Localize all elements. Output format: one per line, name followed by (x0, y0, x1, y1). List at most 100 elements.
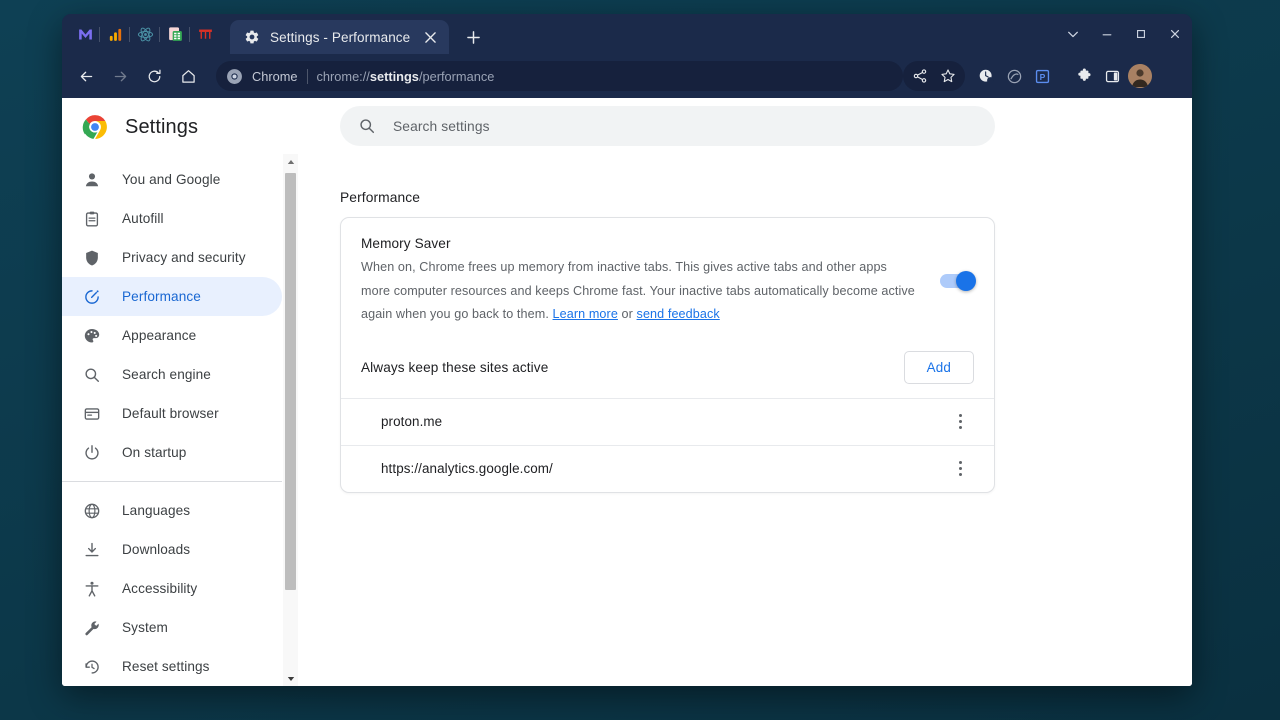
sites-header: Always keep these sites active Add (341, 331, 994, 398)
person-icon (82, 170, 102, 190)
back-arrow-icon (80, 71, 92, 81)
minimize-icon (1102, 34, 1112, 36)
mail-icon (78, 29, 92, 39)
sidebar-item-label: You and Google (122, 172, 221, 187)
sidebar-item-label: System (122, 620, 168, 635)
send-feedback-link[interactable]: send feedback (637, 307, 720, 321)
forward-arrow-icon (114, 71, 126, 81)
settings-header: Settings (62, 98, 298, 156)
sidebar-item-on-startup[interactable]: On startup (62, 433, 282, 472)
sidebar-nav-group-1: You and Google Autofill Privacy and secu… (62, 156, 298, 472)
table-row[interactable]: proton.me (341, 397, 994, 445)
speedometer-icon (82, 287, 102, 307)
sidebar-item-downloads[interactable]: Downloads (62, 530, 282, 569)
pinned-tab-calendar[interactable] (189, 19, 220, 49)
active-tab[interactable]: Settings - Performance (230, 20, 450, 54)
wrench-icon (82, 618, 102, 638)
memory-saver-card: Memory Saver When on, Chrome frees up me… (340, 217, 995, 493)
sidebar-item-appearance[interactable]: Appearance (62, 316, 282, 355)
chrome-icon (227, 68, 242, 84)
site-row-menu-button[interactable] (946, 455, 974, 483)
avatar-photo-icon (1128, 64, 1152, 88)
sidebar-item-languages[interactable]: Languages (62, 491, 282, 530)
clock-extension-icon (979, 69, 994, 84)
memory-saver-text: Memory Saver When on, Chrome frees up me… (361, 236, 940, 327)
pinned-tab-sheets[interactable] (159, 19, 190, 49)
pinned-tab-mail[interactable] (70, 19, 100, 49)
sidebar-item-label: Privacy and security (122, 250, 246, 265)
sidebar-item-default-browser[interactable]: Default browser (62, 394, 282, 433)
performance-section-title: Performance (340, 190, 421, 205)
spreadsheet-icon (168, 26, 182, 41)
globe-icon (82, 501, 102, 521)
extension-pocket[interactable]: P (1028, 62, 1056, 90)
scrollbar-thumb[interactable] (285, 173, 296, 590)
gear-icon (245, 30, 259, 44)
sidebar-item-label: Performance (122, 289, 201, 304)
chrome-menu-button[interactable] (1154, 62, 1182, 90)
close-window-button[interactable] (1158, 17, 1192, 51)
sidebar-item-performance[interactable]: Performance (62, 277, 282, 316)
sidebar-item-autofill[interactable]: Autofill (62, 199, 282, 238)
sites-header-label: Always keep these sites active (361, 359, 549, 375)
kebab-dots (958, 460, 962, 478)
site-url: https://analytics.google.com/ (381, 461, 553, 477)
sidebar-item-accessibility[interactable]: Accessibility (62, 569, 282, 608)
accessibility-icon (82, 579, 102, 599)
extensions-puzzle-button[interactable] (1070, 62, 1098, 90)
omnibox-chip-label: Chrome (252, 68, 298, 84)
bookmark-button[interactable] (934, 62, 962, 90)
forward-button[interactable] (104, 60, 136, 92)
tab-close-button[interactable] (420, 27, 440, 47)
scrollbar-down-arrow[interactable] (283, 671, 298, 686)
reload-button[interactable] (138, 60, 170, 92)
active-tab-title: Settings - Performance (270, 29, 411, 45)
browser-window-icon (82, 404, 102, 424)
search-settings-box[interactable]: Search settings (340, 106, 995, 146)
sidebar-scrollbar[interactable] (283, 154, 298, 686)
kebab-dots (958, 413, 962, 431)
avatar (1128, 64, 1152, 88)
sidebar-nav-group-2: Languages Downloads Accessibility System… (62, 491, 298, 686)
learn-more-link[interactable]: Learn more (553, 307, 618, 321)
site-url: proton.me (381, 414, 443, 430)
scrollbar-up-arrow[interactable] (283, 154, 298, 169)
search-input[interactable]: Search settings (393, 119, 490, 134)
clipboard-icon (82, 209, 102, 229)
share-button[interactable] (906, 62, 934, 90)
side-panel-button[interactable] (1098, 62, 1126, 90)
shield-icon (82, 248, 102, 268)
sidebar-item-search-engine[interactable]: Search engine (62, 355, 282, 394)
tab-strip: Settings - Performance (62, 14, 1192, 54)
sidebar-item-label: Autofill (122, 211, 164, 226)
search-icon (360, 119, 375, 134)
table-row[interactable]: https://analytics.google.com/ (341, 444, 994, 492)
extension-privacy[interactable] (1000, 62, 1028, 90)
extension-icons-group: P (972, 62, 1056, 90)
bar-chart-icon (109, 28, 121, 41)
minimize-button[interactable] (1090, 17, 1124, 51)
maximize-button[interactable] (1124, 17, 1158, 51)
site-row-menu-button[interactable] (946, 408, 974, 436)
address-bar[interactable]: Chrome chrome://settings/performance (216, 61, 903, 91)
back-button[interactable] (70, 60, 102, 92)
home-button[interactable] (172, 60, 204, 92)
caret-up-icon (287, 159, 294, 164)
memory-saver-toggle[interactable] (940, 271, 976, 292)
chevron-down-icon (1068, 31, 1078, 38)
sidebar-item-system[interactable]: System (62, 608, 282, 647)
memory-saver-desc-part2: or (617, 307, 637, 322)
sidebar-item-reset-settings[interactable]: Reset settings (62, 647, 282, 686)
add-site-button[interactable]: Add (903, 350, 974, 384)
tab-search-button[interactable] (1056, 17, 1090, 51)
memory-saver-description: When on, Chrome frees up memory from ina… (361, 256, 916, 327)
pinned-tab-analytics[interactable] (99, 19, 130, 49)
pinned-tab-atom[interactable] (129, 19, 160, 49)
sidebar-item-you-and-google[interactable]: You and Google (62, 160, 282, 199)
scrollbar-track[interactable] (283, 169, 298, 671)
sidebar-item-label: Languages (122, 503, 191, 518)
profile-avatar-button[interactable] (1126, 62, 1154, 90)
sidebar-item-privacy-and-security[interactable]: Privacy and security (62, 238, 282, 277)
extension-time-tracker[interactable] (972, 62, 1000, 90)
new-tab-button[interactable] (459, 23, 487, 51)
